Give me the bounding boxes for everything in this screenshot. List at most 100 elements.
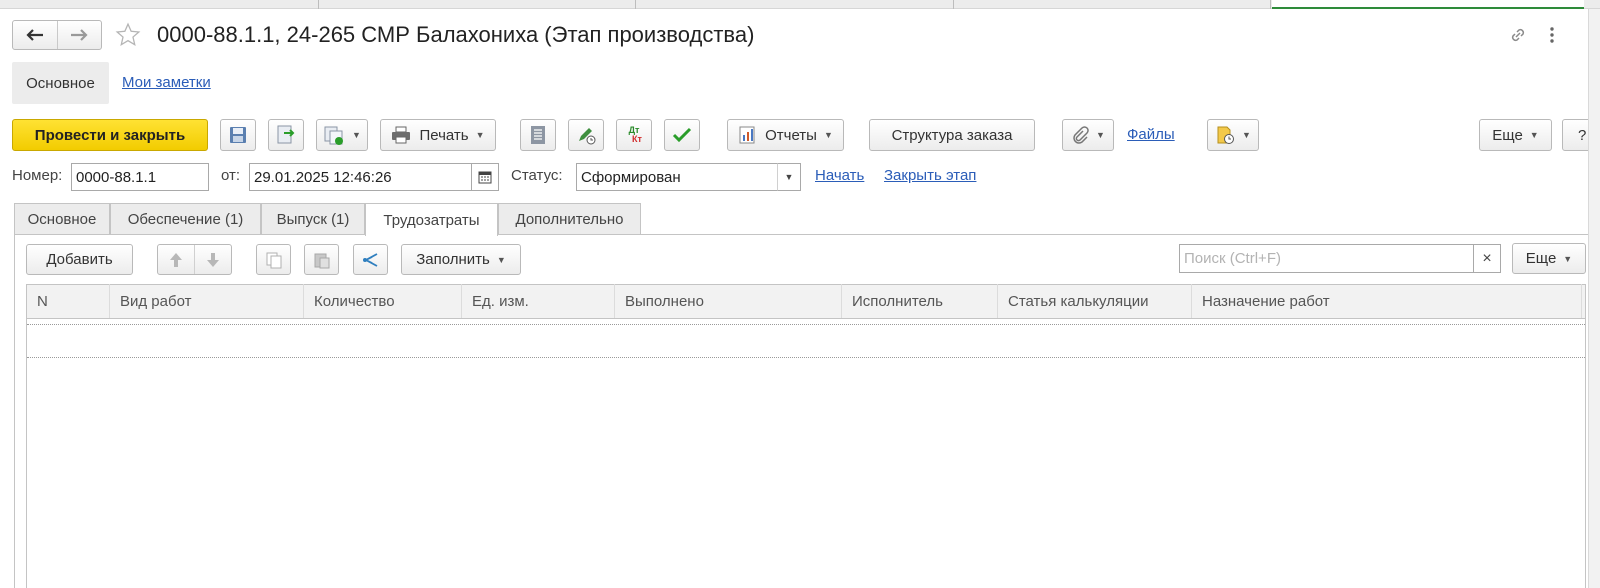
window-tab-divider [318, 0, 319, 9]
create-based-on-icon [324, 126, 344, 145]
link-icon [1511, 28, 1525, 42]
reports-button[interactable]: Отчеты ▼ [727, 119, 844, 151]
column-header-work-purpose[interactable]: Назначение работ [1192, 284, 1582, 318]
date-label: от: [221, 167, 241, 184]
chevron-down-icon: ▼ [784, 172, 794, 182]
status-field[interactable]: Сформирован [576, 163, 778, 191]
close-stage-link[interactable]: Закрыть этап [884, 167, 976, 184]
save-button[interactable] [220, 119, 256, 151]
move-rows-group [157, 244, 232, 275]
nav-main[interactable]: Основное [12, 62, 109, 104]
column-header-work-type[interactable]: Вид работ [110, 284, 304, 318]
table-more-label: Еще [1525, 250, 1557, 267]
add-button[interactable]: Добавить [26, 244, 133, 275]
vertical-scrollbar[interactable] [1588, 9, 1600, 588]
print-button[interactable]: Печать ▼ [380, 119, 496, 151]
page-title: 0000-88.1.1, 24-265 СМР Балахониха (Этап… [157, 22, 755, 47]
post-and-close-button[interactable]: Провести и закрыть [12, 119, 208, 151]
status-label: Статус: [511, 167, 563, 184]
post-document-icon [277, 125, 295, 144]
tab-main[interactable]: Основное [14, 203, 110, 234]
credit-label: Кт [632, 134, 642, 144]
attach-button[interactable]: ▼ [1062, 119, 1114, 151]
files-link[interactable]: Файлы [1127, 126, 1175, 143]
search-input[interactable]: Поиск (Ctrl+F) [1179, 244, 1474, 273]
column-header-cost-item[interactable]: Статья калькуляции [998, 284, 1192, 318]
edit-button[interactable] [568, 119, 604, 151]
column-header-quantity[interactable]: Количество [304, 284, 462, 318]
clear-search-button[interactable]: × [1473, 244, 1501, 273]
chevron-down-icon: ▼ [352, 130, 361, 140]
move-down-button[interactable] [195, 245, 231, 274]
tab-output[interactable]: Выпуск (1) [261, 203, 365, 234]
check-icon [672, 127, 692, 143]
window-tab-divider [635, 0, 636, 9]
favorite-star-button[interactable] [113, 20, 143, 50]
check-button[interactable] [664, 119, 700, 151]
arrow-right-icon [71, 29, 88, 41]
copy-button[interactable] [256, 244, 291, 275]
window-tab-active[interactable] [1272, 0, 1584, 9]
journal-button[interactable] [520, 119, 556, 151]
history-nav-group [12, 20, 102, 50]
fill-button[interactable]: Заполнить ▼ [401, 244, 521, 275]
table-more-button[interactable]: Еще ▼ [1512, 243, 1586, 274]
chevron-down-icon: ▼ [823, 130, 833, 140]
arrow-left-icon [26, 29, 43, 41]
move-up-button[interactable] [158, 245, 195, 274]
tab-labor-costs[interactable]: Трудозатраты [365, 203, 498, 236]
tab-additional[interactable]: Дополнительно [498, 203, 641, 234]
forward-button[interactable] [58, 21, 102, 49]
column-header-completed[interactable]: Выполнено [615, 284, 842, 318]
calendar-icon [478, 171, 492, 184]
print-label: Печать [419, 126, 469, 144]
reports-label: Отчеты [765, 126, 817, 144]
start-link[interactable]: Начать [815, 167, 864, 184]
date-field[interactable]: 29.01.2025 12:46:26 [249, 163, 472, 191]
calendar-button[interactable] [471, 163, 499, 191]
column-header-performer[interactable]: Исполнитель [842, 284, 998, 318]
tab-supply[interactable]: Обеспечение (1) [110, 203, 261, 234]
column-header-unit[interactable]: Ед. изм. [462, 284, 615, 318]
chevron-down-icon: ▼ [1096, 130, 1105, 140]
table-row-empty[interactable] [27, 324, 1585, 358]
chevron-down-icon: ▼ [475, 130, 485, 140]
branch-icon [362, 252, 377, 267]
close-icon: × [1482, 249, 1492, 267]
status-dropdown-button[interactable]: ▼ [777, 163, 801, 191]
star-icon [115, 22, 141, 46]
structure-button[interactable] [353, 244, 388, 275]
document-clock-icon [1217, 126, 1235, 144]
pencil-clock-icon [579, 128, 596, 145]
chevron-down-icon: ▼ [1529, 130, 1539, 140]
number-field[interactable]: 0000-88.1.1 [71, 163, 209, 191]
fill-label: Заполнить [416, 251, 490, 268]
arrow-down-icon [207, 252, 219, 267]
order-structure-button[interactable]: Структура заказа [869, 119, 1035, 151]
nav-my-notes[interactable]: Мои заметки [122, 74, 211, 91]
window-tab-divider [953, 0, 954, 9]
chevron-down-icon: ▼ [496, 254, 506, 265]
printer-icon [392, 126, 411, 144]
more-label: Еще [1492, 126, 1523, 144]
window-tab-divider [1270, 0, 1271, 9]
more-button[interactable]: Еще ▼ [1479, 119, 1552, 151]
arrow-up-icon [170, 252, 182, 267]
floppy-disk-icon [230, 127, 246, 143]
chevron-down-icon: ▼ [1242, 130, 1251, 140]
copy-icon [266, 252, 281, 268]
more-vertical-button[interactable] [1540, 21, 1564, 49]
document-history-button[interactable]: ▼ [1207, 119, 1259, 151]
debit-credit-button[interactable]: Дт Кт [616, 119, 652, 151]
post-button[interactable] [268, 119, 304, 151]
chevron-down-icon: ▼ [1563, 253, 1573, 264]
list-icon [531, 126, 545, 144]
link-button[interactable] [1504, 21, 1532, 49]
create-based-on-button[interactable]: ▼ [316, 119, 368, 151]
back-button[interactable] [13, 21, 58, 49]
paperclip-icon [1073, 126, 1089, 144]
number-label: Номер: [12, 167, 63, 184]
paste-button[interactable] [304, 244, 339, 275]
column-header-n[interactable]: N [27, 284, 110, 318]
paste-icon [314, 253, 329, 268]
